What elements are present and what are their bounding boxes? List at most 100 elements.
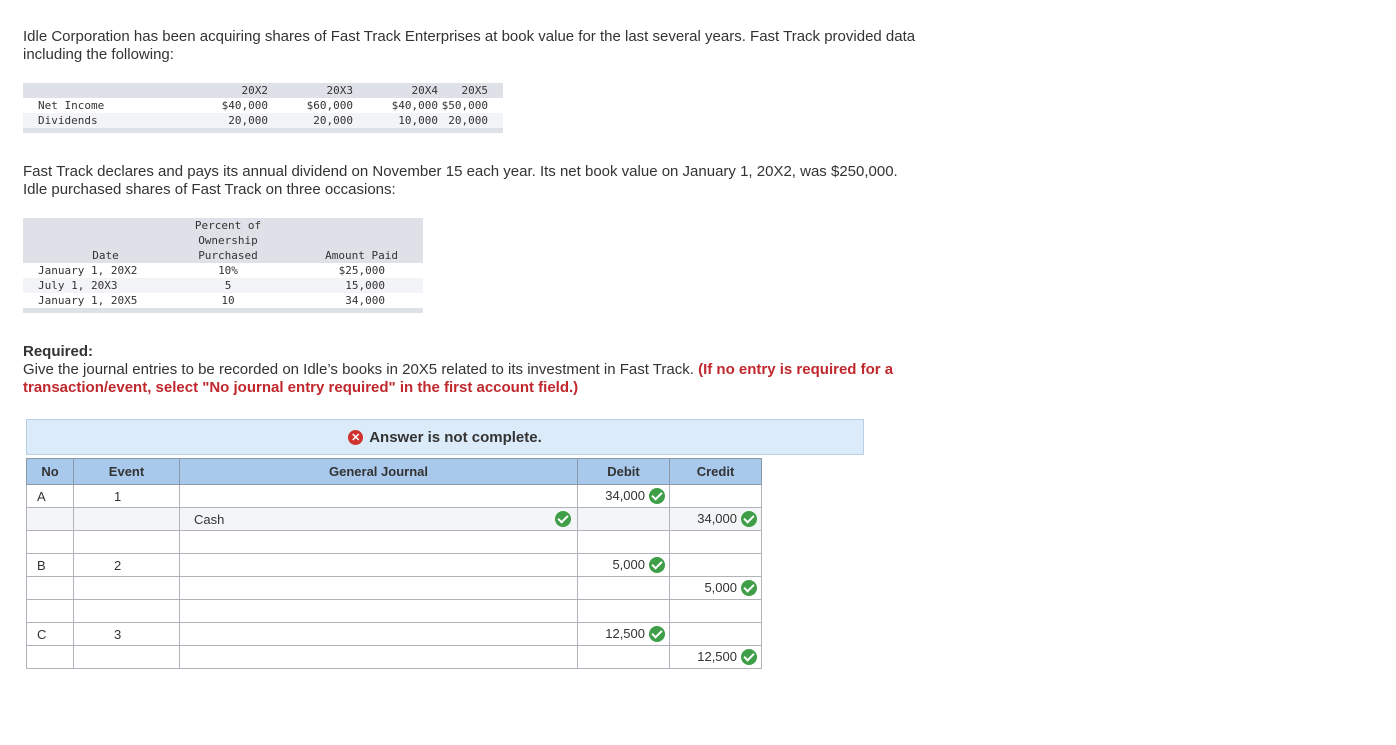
pct-header-line-3: Purchased [198, 249, 258, 262]
table-footer-bar [23, 128, 503, 133]
debit-field-text: 12,500 [605, 625, 645, 641]
required-title: Required: [23, 343, 94, 360]
check-circle-icon [649, 626, 665, 643]
journal-row: B 2 5,000 [26, 553, 762, 577]
journal-row: 5,000 [26, 576, 762, 600]
header-blank [268, 233, 423, 248]
row-label: Net Income [38, 99, 105, 112]
intro-paragraph: Idle Corporation has been acquiring shar… [23, 28, 915, 64]
debit-field[interactable] [577, 507, 670, 531]
credit-field[interactable]: 34,000 [669, 507, 762, 531]
footer-cell [23, 128, 503, 133]
x-circle-icon: ✕ [348, 429, 364, 445]
entry-no-cell-text: C [37, 626, 47, 642]
middle-line-1: Fast Track declares and pays its annual … [23, 163, 898, 180]
entry-no-cell-text: B [37, 557, 46, 573]
table-row: July 1, 20X3 5 15,000 [23, 278, 423, 293]
year-header-3: 20X5 [461, 84, 489, 97]
credit-field-text: 12,500 [697, 648, 737, 664]
cell-value: 20,000 [313, 114, 353, 127]
event-cell-text: 2 [114, 557, 122, 573]
credit-field[interactable] [669, 484, 762, 508]
income-table-corner [23, 83, 183, 98]
credit-field-text: 5,000 [704, 579, 737, 595]
check-circle-icon [649, 488, 665, 505]
event-cell: 2 [73, 553, 180, 577]
credit-field[interactable]: 5,000 [669, 576, 762, 600]
check-circle-icon [741, 580, 757, 597]
debit-field[interactable]: 34,000 [577, 484, 670, 508]
debit-field[interactable] [577, 530, 670, 554]
answer-status-banner: ✕ Answer is not complete. [26, 419, 864, 455]
entry-no-cell [26, 599, 74, 623]
event-header: Event [73, 458, 180, 485]
purchase-table: Percent of Ownership Date Purchased Amou… [23, 218, 423, 313]
credit-field[interactable] [669, 553, 762, 577]
debit-field[interactable]: 5,000 [577, 553, 670, 577]
event-cell: 1 [73, 484, 180, 508]
cell-value: $60,000 [306, 99, 353, 112]
credit-field-text: 34,000 [697, 510, 737, 526]
table-row: January 1, 20X2 10% $25,000 [23, 263, 423, 278]
credit-field[interactable] [669, 599, 762, 623]
cell-value: 20,000 [448, 114, 488, 127]
account-field[interactable]: Cash [179, 507, 578, 531]
debit-field[interactable]: 12,500 [577, 622, 670, 646]
purchase-header-row: Date Purchased Amount Paid [23, 248, 423, 263]
debit-field[interactable] [577, 645, 670, 669]
event-cell [73, 599, 180, 623]
account-field[interactable] [179, 599, 578, 623]
cell-value: 20,000 [228, 114, 268, 127]
event-cell [73, 645, 180, 669]
account-field[interactable] [179, 622, 578, 646]
row-label: Dividends [38, 114, 98, 127]
journal-header-row: No Event General Journal Debit Credit [26, 458, 762, 485]
event-cell-text: 3 [114, 626, 122, 642]
journal-row: 12,500 [26, 645, 762, 669]
debit-field[interactable] [577, 576, 670, 600]
intro-line-1: Idle Corporation has been acquiring shar… [23, 28, 916, 45]
credit-field[interactable] [669, 622, 762, 646]
event-cell-text: 1 [114, 488, 122, 504]
amount-header: Amount Paid [325, 249, 398, 262]
year-header-1: 20X3 [326, 84, 354, 97]
amount-cell: $25,000 [338, 264, 385, 277]
debit-field[interactable] [577, 599, 670, 623]
debit-header: Debit [577, 458, 670, 485]
general-journal-header: General Journal [179, 458, 578, 485]
entry-no-cell-text: A [37, 488, 46, 504]
account-field-text: Cash [194, 511, 225, 527]
event-cell [73, 576, 180, 600]
year-header-2: 20X4 [411, 84, 439, 97]
account-field[interactable] [179, 484, 578, 508]
entry-no-cell [26, 507, 74, 531]
journal-row [26, 530, 762, 554]
middle-paragraph: Fast Track declares and pays its annual … [23, 163, 898, 199]
check-circle-icon [741, 649, 757, 666]
journal-row: C 3 12,500 [26, 622, 762, 646]
entry-no-cell [26, 530, 74, 554]
cell-value: $40,000 [391, 99, 438, 112]
pct-header-line-2: Ownership [198, 234, 258, 247]
account-field[interactable] [179, 553, 578, 577]
table-footer-bar [23, 308, 423, 313]
date-cell: January 1, 20X2 [38, 264, 138, 277]
entry-no-cell: B [26, 553, 74, 577]
entry-no-cell: C [26, 622, 74, 646]
credit-field[interactable]: 12,500 [669, 645, 762, 669]
account-field[interactable] [179, 576, 578, 600]
cell-value: $50,000 [441, 99, 488, 112]
check-circle-icon [555, 511, 571, 527]
year-header-0: 20X2 [241, 84, 269, 97]
debit-field-text: 34,000 [605, 487, 645, 503]
income-dividend-table: 20X2 20X3 20X4 20X5 Net Income $40,000 $… [23, 83, 503, 133]
account-field[interactable] [179, 530, 578, 554]
account-field[interactable] [179, 645, 578, 669]
purchase-header-row: Ownership [23, 233, 423, 248]
no-header: No [26, 458, 74, 485]
journal-entry-table: No Event General Journal Debit Credit A 1… [26, 458, 762, 669]
journal-row [26, 599, 762, 623]
credit-field[interactable] [669, 530, 762, 554]
pct-cell: 10% [218, 264, 238, 277]
entry-no-cell: A [26, 484, 74, 508]
